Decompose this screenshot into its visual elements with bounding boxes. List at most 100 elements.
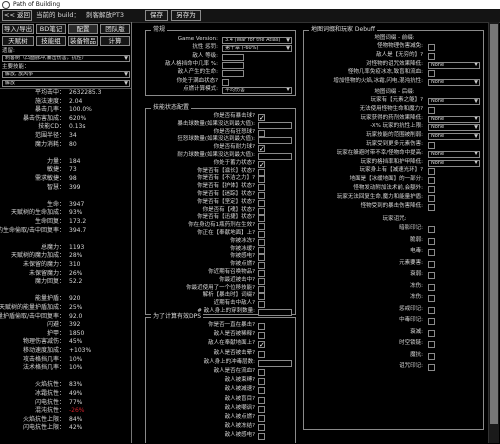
config-checkbox[interactable] — [428, 272, 435, 279]
config-checkbox[interactable] — [428, 226, 435, 233]
config-checkbox[interactable] — [428, 318, 435, 325]
stat-label: 未保留魔力： — [28, 269, 65, 277]
config-checkbox[interactable] — [428, 364, 435, 371]
config-checkbox[interactable] — [258, 387, 265, 395]
scrollbar-thumb[interactable] — [490, 24, 498, 424]
config-checkbox[interactable]: ✓ — [258, 160, 265, 168]
tree-button[interactable]: 天赋树 — [2, 36, 34, 46]
config-checkbox[interactable] — [428, 142, 435, 149]
config-checkbox[interactable] — [258, 215, 265, 223]
config-checkbox[interactable] — [428, 177, 435, 185]
config-checkbox[interactable] — [428, 70, 435, 78]
config-checkbox[interactable] — [258, 207, 265, 215]
config-input[interactable] — [258, 309, 292, 316]
config-checkbox[interactable] — [258, 350, 265, 358]
save-as-button[interactable]: 另存为 — [171, 10, 201, 21]
config-checkbox[interactable] — [258, 270, 265, 277]
config-row: 敌人身上的冲毒层数: — [146, 359, 295, 368]
config-input[interactable] — [222, 61, 244, 69]
config-checkbox[interactable] — [258, 246, 265, 254]
config-checkbox[interactable] — [258, 238, 265, 246]
config-button[interactable]: 配置 — [68, 24, 98, 34]
config-select[interactable]: None ▼ — [428, 61, 480, 69]
config-checkbox[interactable] — [258, 396, 265, 404]
config-checkbox[interactable] — [428, 44, 435, 51]
config-checkbox[interactable] — [258, 369, 265, 376]
config-checkbox[interactable] — [258, 405, 265, 413]
config-checkbox[interactable] — [428, 329, 435, 337]
config-checkbox[interactable] — [428, 186, 435, 193]
config-checkbox[interactable] — [258, 424, 265, 432]
config-checkbox[interactable] — [258, 192, 265, 199]
back-button[interactable]: << 返回 — [2, 10, 32, 21]
config-checkbox[interactable] — [428, 341, 435, 348]
config-checkbox[interactable] — [258, 433, 265, 441]
build-name[interactable]: 刺客解放PT3 — [86, 12, 124, 19]
config-checkbox[interactable] — [258, 323, 265, 330]
config-select[interactable]: None ▼ — [428, 159, 480, 167]
config-checkbox[interactable] — [428, 203, 435, 211]
config-checkbox[interactable]: ✓ — [258, 341, 265, 349]
config-checkbox[interactable] — [258, 332, 265, 340]
config-checkbox[interactable] — [258, 262, 265, 270]
config-checkbox[interactable] — [258, 184, 265, 192]
config-select[interactable]: None ▼ — [428, 124, 480, 132]
config-checkbox[interactable] — [258, 378, 265, 386]
config-label: 怪物发动附加法术前,会额外: — [353, 185, 423, 191]
chevron-down-icon: ▼ — [286, 86, 290, 93]
config-checkbox[interactable]: ✓ — [258, 145, 265, 153]
config-checkbox[interactable] — [428, 249, 435, 256]
main-skill-select[interactable]: 解放, 放风筝 ▼ — [2, 71, 130, 78]
config-checkbox[interactable] — [428, 295, 435, 302]
skills-button[interactable]: 技能组 — [36, 36, 66, 46]
save-button[interactable]: 保存 — [145, 10, 168, 21]
config-label: Game Version: — [177, 36, 218, 42]
config-checkbox[interactable] — [258, 176, 265, 184]
config-checkbox[interactable] — [428, 306, 435, 314]
config-select[interactable]: None ▼ — [428, 115, 480, 123]
config-checkbox[interactable] — [258, 277, 265, 285]
config-checkbox[interactable] — [428, 52, 435, 60]
config-checkbox[interactable] — [258, 254, 265, 262]
config-select[interactable]: 3.4 (War for the Atlas) ▼ — [222, 37, 292, 44]
config-input[interactable] — [258, 153, 292, 160]
config-checkbox[interactable] — [258, 415, 265, 422]
notes-button[interactable]: BD笔记 — [36, 24, 66, 34]
config-checkbox[interactable] — [258, 129, 265, 137]
scrollbar[interactable] — [488, 22, 499, 443]
calcs-button[interactable]: 计算 — [100, 36, 130, 46]
config-input[interactable] — [258, 121, 292, 129]
config-checkbox[interactable] — [428, 283, 435, 291]
config-select[interactable]: None ▼ — [428, 98, 480, 105]
config-select[interactable]: None ▼ — [428, 133, 480, 141]
config-select[interactable]: 第十章 (-60%) ▼ — [222, 45, 292, 53]
config-checkbox[interactable] — [428, 194, 435, 202]
config-checkbox[interactable] — [428, 106, 435, 114]
config-select[interactable]: 平均伤害 ▼ — [222, 86, 292, 94]
config-select[interactable]: None ▼ — [428, 79, 480, 87]
config-checkbox[interactable] — [258, 231, 265, 238]
config-checkbox[interactable] — [428, 237, 435, 245]
config-checkbox[interactable] — [258, 293, 265, 301]
items-button[interactable]: 装备物品 — [68, 36, 98, 46]
config-checkbox[interactable] — [428, 352, 435, 360]
config-checkbox[interactable]: ✓ — [258, 114, 265, 122]
config-select[interactable]: None ▼ — [428, 150, 480, 158]
party-button[interactable]: 团队版 — [100, 24, 130, 34]
config-checkbox[interactable] — [258, 168, 265, 176]
config-checkbox[interactable] — [258, 301, 265, 309]
config-input[interactable] — [258, 359, 292, 367]
tree-select[interactable]: 刺客树（凸面脉冲,暴击伤害，抗性） ▼ — [2, 55, 130, 62]
config-checkbox[interactable] — [258, 223, 265, 231]
stat-label: 暴击几率： — [34, 106, 65, 114]
config-input[interactable] — [258, 137, 292, 145]
config-checkbox[interactable] — [222, 78, 229, 86]
import-export-button[interactable]: 导入/导出 — [2, 24, 34, 34]
config-checkbox[interactable] — [258, 285, 265, 293]
config-checkbox[interactable] — [428, 168, 435, 176]
config-checkbox[interactable] — [428, 260, 435, 268]
config-checkbox[interactable] — [258, 199, 265, 207]
config-input[interactable] — [222, 70, 244, 78]
config-input[interactable] — [222, 53, 244, 61]
sub-skill-select[interactable]: 解放 ▼ — [2, 80, 130, 87]
